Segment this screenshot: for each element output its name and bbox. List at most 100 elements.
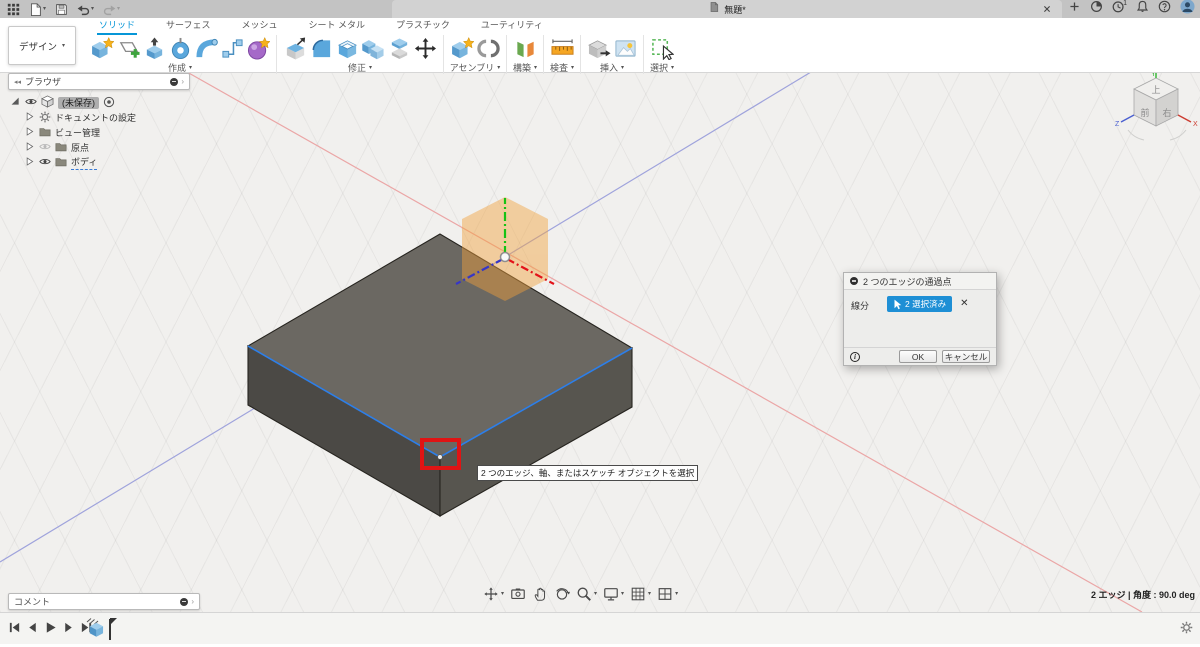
expand-icon[interactable] xyxy=(24,141,35,154)
expand-icon[interactable] xyxy=(24,126,35,139)
browser-header[interactable]: ◂◂ ブラウザ › xyxy=(8,73,190,90)
tab-ソリッド[interactable]: ソリッド xyxy=(97,18,138,35)
tab-プラスチック[interactable]: プラスチック xyxy=(394,18,452,35)
shell-button[interactable] xyxy=(334,35,360,61)
cancel-button[interactable]: キャンセル xyxy=(942,350,990,363)
group-label-選択[interactable]: 選択 ▾ xyxy=(650,61,674,74)
recent-icon[interactable]: 1 xyxy=(1112,0,1127,18)
close-tab-icon[interactable] xyxy=(1040,2,1054,16)
app-grid-icon[interactable] xyxy=(4,0,23,18)
skip-start-icon[interactable] xyxy=(8,621,21,639)
clear-selection-icon[interactable]: ✕ xyxy=(960,296,968,309)
move-button[interactable] xyxy=(412,35,438,61)
info-icon[interactable]: i xyxy=(850,351,860,362)
z-axis-label: Z xyxy=(1115,121,1120,128)
redo-icon[interactable]: ▾ xyxy=(100,0,123,18)
group-label-アセンブリ[interactable]: アセンブリ ▾ xyxy=(450,61,501,74)
timeline-settings-gear-icon[interactable] xyxy=(1180,621,1193,639)
dialog-grip-icon[interactable] xyxy=(850,277,858,285)
origin-point[interactable] xyxy=(499,251,511,263)
ok-button[interactable]: OK xyxy=(899,350,937,363)
create-form-button[interactable] xyxy=(245,35,271,61)
new-tab-icon[interactable] xyxy=(1068,0,1081,18)
selection-count-button[interactable]: 2 選択済み xyxy=(887,296,953,312)
combine-button[interactable] xyxy=(360,35,386,61)
fillet-button[interactable] xyxy=(308,35,334,61)
play-icon[interactable] xyxy=(44,621,57,639)
ribbon-group-修正: 修正 ▾ xyxy=(277,35,444,74)
step-back-icon[interactable] xyxy=(26,621,39,639)
tab-サーフェス[interactable]: サーフェス xyxy=(164,18,212,35)
file-icon[interactable]: ▾ xyxy=(26,0,49,18)
selection-tooltip: 2 つのエッジ、軸、またはスケッチ オブジェクトを選択 xyxy=(477,465,699,481)
tab-メッシュ[interactable]: メッシュ xyxy=(239,18,279,35)
expand-icon[interactable] xyxy=(24,111,35,124)
dialog-titlebar[interactable]: 2 つのエッジの通過点 xyxy=(844,273,996,290)
orbit-icon[interactable]: ▾ xyxy=(483,586,504,602)
expand-icon[interactable] xyxy=(10,96,21,109)
eye-icon[interactable] xyxy=(25,96,37,110)
notifications-icon[interactable] xyxy=(1136,0,1149,18)
chevron-right-icon[interactable]: › xyxy=(191,597,194,606)
joint-button[interactable] xyxy=(475,35,501,61)
split-body-button[interactable] xyxy=(386,35,412,61)
browser-row-ドキュメントの設定[interactable]: ドキュメントの設定 xyxy=(10,110,190,125)
ribbon-groups: 作成 ▾ 修正 ▾ アセンブリ ▾ 構築 ▾ 検査 ▾ 挿入 ▾ 選択 ▾ xyxy=(84,35,680,74)
look-at-icon[interactable] xyxy=(510,586,526,602)
group-label-構築[interactable]: 構築 ▾ xyxy=(513,61,537,74)
extrude-button[interactable] xyxy=(141,35,167,61)
new-component-button[interactable] xyxy=(89,35,115,61)
browser-row-原点[interactable]: 原点 xyxy=(10,140,190,155)
assembly-component-button[interactable] xyxy=(449,35,475,61)
display-settings-icon[interactable]: ▾ xyxy=(603,586,624,602)
tab-ユーティリティ[interactable]: ユーティリティ xyxy=(479,18,545,35)
select-button[interactable] xyxy=(649,35,675,61)
browser-options-icon[interactable] xyxy=(170,77,179,86)
grid-display-icon[interactable]: ▾ xyxy=(630,586,651,602)
eye-off-icon[interactable] xyxy=(39,141,51,155)
comment-options-icon[interactable] xyxy=(180,597,189,606)
timeline-position-marker[interactable] xyxy=(106,616,118,647)
eye-icon[interactable] xyxy=(39,156,51,170)
undo-icon[interactable]: ▾ xyxy=(74,0,97,18)
sweep-button[interactable] xyxy=(193,35,219,61)
tab-シート メタル[interactable]: シート メタル xyxy=(307,18,368,35)
browser-row-ボディ[interactable]: ボディ xyxy=(10,155,190,170)
activate-component-icon[interactable] xyxy=(103,96,115,110)
viewcube[interactable]: 上 前 右 Y Z X xyxy=(1114,68,1200,154)
viewport-navbar: ▾ ▾ ▾ ▾ ▾ xyxy=(483,586,678,602)
insert-derive-button[interactable] xyxy=(586,35,612,61)
viewports-icon[interactable]: ▾ xyxy=(657,586,678,602)
comment-panel[interactable]: コメント › xyxy=(8,593,200,610)
pan-icon[interactable] xyxy=(532,586,548,602)
zoom-icon[interactable]: ▾ xyxy=(576,586,597,602)
pipe-button[interactable] xyxy=(219,35,245,61)
measure-button[interactable] xyxy=(549,35,575,61)
create-sketch-button[interactable] xyxy=(115,35,141,61)
expand-icon[interactable] xyxy=(24,156,35,169)
job-status-icon[interactable] xyxy=(1090,0,1103,18)
avatar-icon[interactable] xyxy=(1180,0,1195,19)
workspace-dropdown[interactable]: デザイン ▾ xyxy=(8,26,76,65)
revolve-button[interactable] xyxy=(167,35,193,61)
construction-plane-button[interactable] xyxy=(512,35,538,61)
chevron-right-icon[interactable]: › xyxy=(181,77,184,86)
step-forward-icon[interactable] xyxy=(62,621,75,639)
group-label-修正[interactable]: 修正 ▾ xyxy=(348,61,372,74)
ribbon-group-挿入: 挿入 ▾ xyxy=(581,35,644,74)
collapse-icon[interactable]: ◂◂ xyxy=(14,78,21,86)
free-orbit-icon[interactable] xyxy=(554,586,571,602)
x-axis-label: X xyxy=(1193,121,1198,128)
help-icon[interactable] xyxy=(1158,0,1171,18)
browser-row-ビュー管理[interactable]: ビュー管理 xyxy=(10,125,190,140)
group-label-挿入[interactable]: 挿入 ▾ xyxy=(600,61,624,74)
timeline-feature-box-icon[interactable] xyxy=(86,617,106,642)
viewport-3d[interactable]: ◂◂ ブラウザ › (未保存) ドキュメントの設定 ビュー管理 原点 ボディ 2 つのエ… xyxy=(0,72,1200,612)
browser-row-(未保存)[interactable]: (未保存) xyxy=(10,95,190,110)
group-label-作成[interactable]: 作成 ▾ xyxy=(168,61,192,74)
group-label-検査[interactable]: 検査 ▾ xyxy=(550,61,574,74)
save-icon[interactable] xyxy=(52,0,71,18)
insert-image-button[interactable] xyxy=(612,35,638,61)
document-tab[interactable]: 無題* xyxy=(392,0,1062,18)
press-pull-button[interactable] xyxy=(282,35,308,61)
